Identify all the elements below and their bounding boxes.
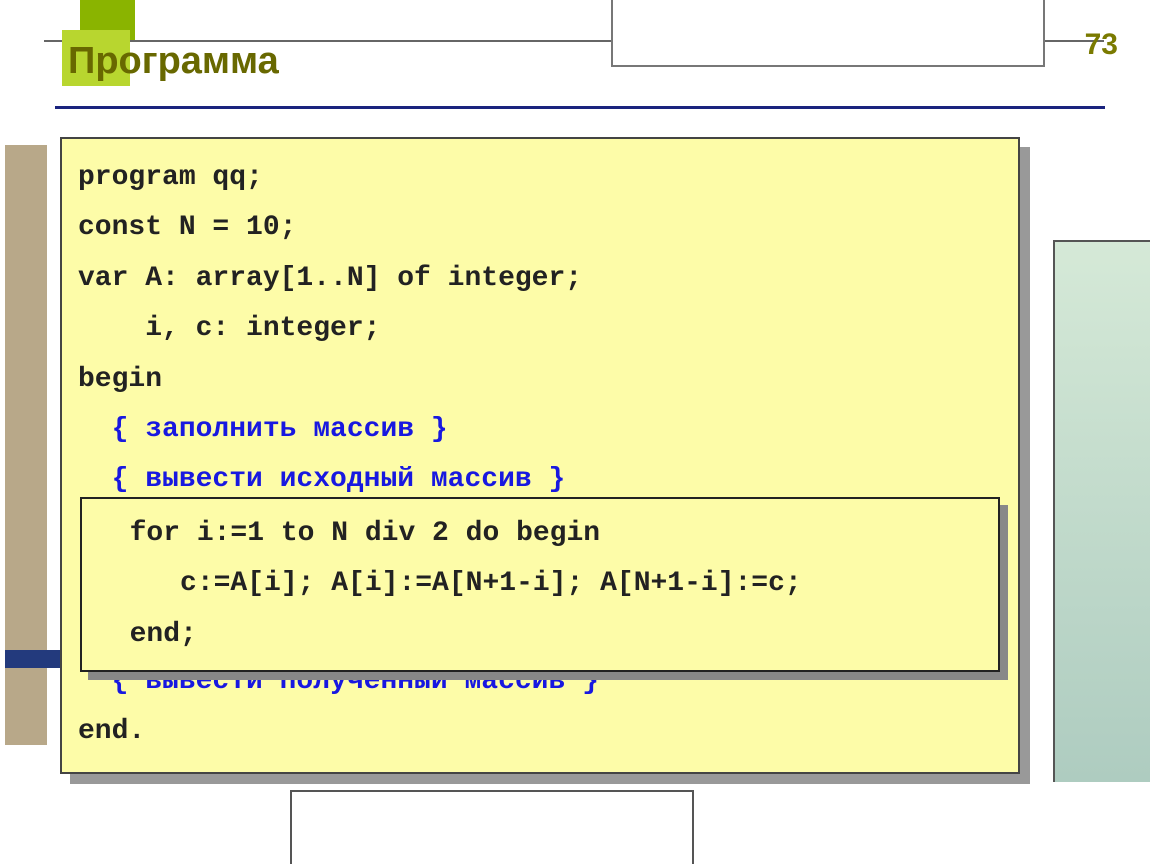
header-rule [55, 106, 1105, 109]
code-line: end. [78, 716, 145, 747]
code-box: program qq; const N = 10; var A: array[1… [60, 137, 1020, 774]
code-comment: { вывести исходный массив } [78, 464, 565, 495]
code-line: program qq; [78, 162, 263, 193]
code-line: var A: array[1..N] of integer; [78, 263, 582, 294]
code-comment: { заполнить массив } [78, 414, 448, 445]
code-line: i, c: integer; [78, 313, 380, 344]
code-line: const N = 10; [78, 212, 296, 243]
code-line: begin [78, 364, 162, 395]
code-line: end; [96, 619, 197, 650]
code-line: c:=A[i]; A[i]:=A[N+1-i]; A[N+1-i]:=c; [96, 568, 802, 599]
inner-code-listing: for i:=1 to N div 2 do begin c:=A[i]; A[… [80, 497, 1000, 672]
code-line: for i:=1 to N div 2 do begin [96, 518, 600, 549]
inner-code-box: for i:=1 to N div 2 do begin c:=A[i]; A[… [80, 497, 1000, 672]
slide: 73 Программа program qq; const N = 10; v… [50, 36, 1110, 796]
slide-title: Программа [50, 36, 1110, 83]
slide-header: Программа [50, 36, 1110, 96]
page-number: 73 [1085, 28, 1118, 62]
